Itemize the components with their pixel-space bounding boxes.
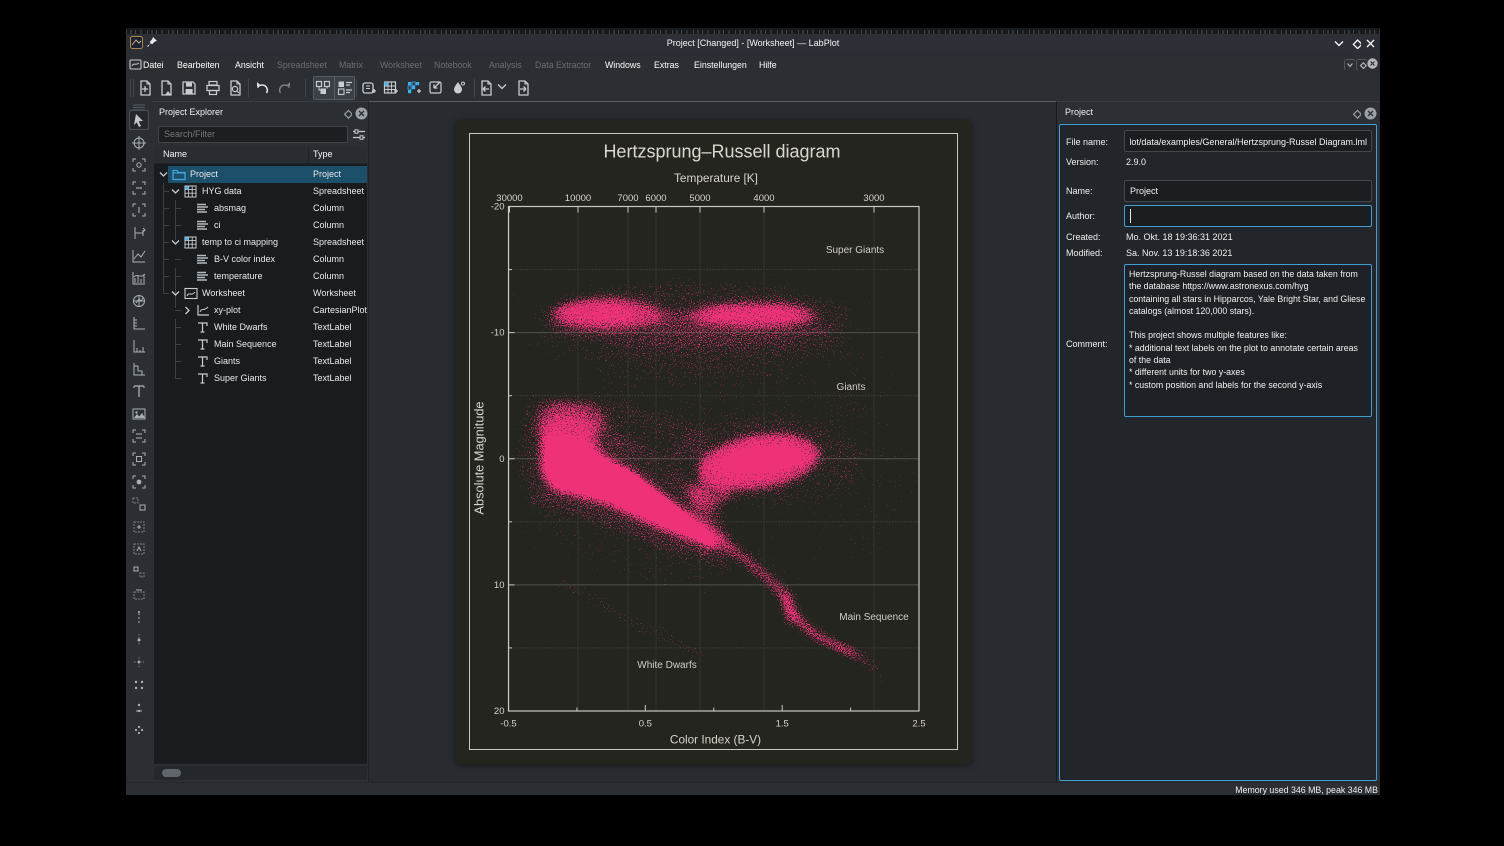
svg-text:4000: 4000 (753, 193, 774, 204)
svg-text:2.5: 2.5 (912, 719, 925, 730)
svg-text:7000: 7000 (617, 193, 638, 204)
svg-text:5000: 5000 (689, 193, 710, 204)
svg-text:Absolute Magnitude: Absolute Magnitude (472, 401, 487, 514)
svg-text:Main Sequence: Main Sequence (839, 612, 909, 623)
svg-text:White Dwarfs: White Dwarfs (637, 660, 696, 671)
svg-text:-20: -20 (491, 202, 505, 213)
svg-text:1.5: 1.5 (776, 719, 789, 730)
svg-text:6000: 6000 (645, 193, 666, 204)
svg-text:-0.5: -0.5 (500, 719, 516, 730)
svg-text:Hertzsprung–Russell diagram: Hertzsprung–Russell diagram (603, 142, 840, 162)
svg-text:0.5: 0.5 (639, 719, 652, 730)
svg-text:10: 10 (494, 580, 505, 591)
svg-text:Color Index (B-V): Color Index (B-V) (670, 733, 761, 747)
svg-text:-10: -10 (491, 328, 505, 339)
svg-text:Giants: Giants (837, 382, 866, 393)
svg-text:10000: 10000 (565, 193, 591, 204)
svg-text:20: 20 (494, 706, 505, 717)
svg-text:3000: 3000 (863, 193, 884, 204)
svg-text:Temperature [K]: Temperature [K] (674, 171, 758, 185)
svg-text:Super Giants: Super Giants (826, 245, 884, 256)
svg-text:0: 0 (499, 454, 504, 465)
